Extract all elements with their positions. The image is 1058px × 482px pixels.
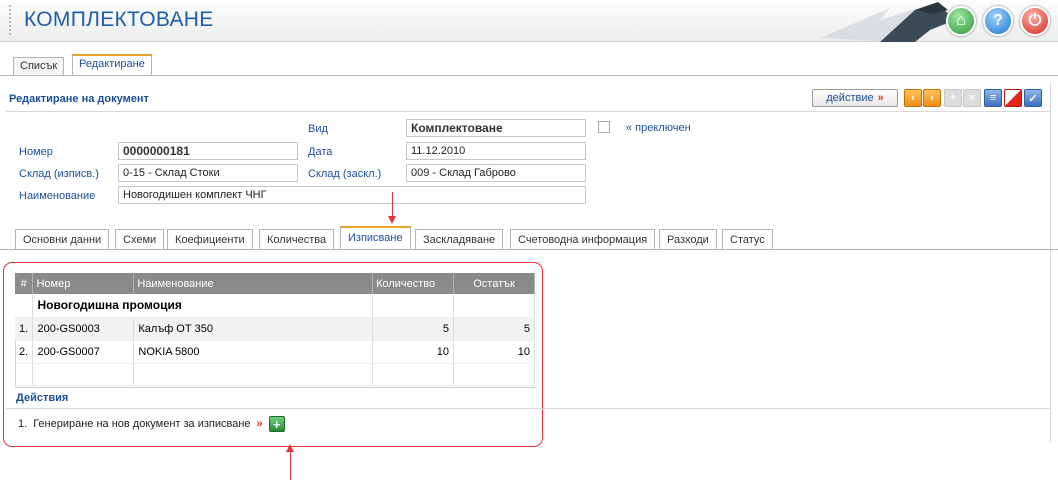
add-icon[interactable]: + xyxy=(944,89,962,107)
number-label: Номер xyxy=(19,146,53,158)
tab-status[interactable]: Статус xyxy=(722,229,773,250)
name-field[interactable]: Новогодишен комплект ЧНГ xyxy=(118,186,586,204)
generate-document-button[interactable]: + xyxy=(268,416,285,432)
panel-right-border xyxy=(1050,82,1051,442)
table-row[interactable]: 2. 200-GS0007 NOKIA 5800 10 10 xyxy=(15,340,535,364)
tab-schemes[interactable]: Схеми xyxy=(115,229,165,250)
row-rest: 10 xyxy=(453,340,535,364)
row-rest: 5 xyxy=(453,317,535,341)
subtabs-divider xyxy=(0,249,1058,250)
table-group-row: Новогодишна промоция xyxy=(15,294,535,318)
row-number: 200-GS0003 xyxy=(32,317,135,341)
date-field[interactable]: 11.12.2010 xyxy=(406,142,586,160)
page-title: КОМПЛЕКТОВАНЕ xyxy=(24,8,214,31)
tab-main-data[interactable]: Основни данни xyxy=(15,229,110,250)
highlight-arrow-up xyxy=(286,444,294,480)
name-label: Наименование xyxy=(19,190,96,202)
col-rest[interactable]: Остатък xyxy=(453,273,535,294)
list-icon[interactable]: ≡ xyxy=(984,89,1002,107)
delete-icon[interactable]: × xyxy=(963,89,981,107)
tab-coefficients[interactable]: Коефициенти xyxy=(167,229,253,250)
action-button[interactable]: действие » xyxy=(812,89,898,107)
tab-quantities[interactable]: Количества xyxy=(259,229,335,250)
tab-edit[interactable]: Редактиране xyxy=(72,54,152,76)
action-index: 1. xyxy=(18,418,28,430)
type-field[interactable]: Комплектоване xyxy=(406,119,586,137)
col-index[interactable]: # xyxy=(15,273,34,294)
switched-label: « преключен xyxy=(626,122,691,134)
warehouse-in-field[interactable]: 009 - Склад Габрово xyxy=(406,164,586,182)
actions-divider xyxy=(6,408,1050,409)
confirm-icon[interactable]: ✓ xyxy=(1024,89,1042,107)
app-header: КОМПЛЕКТОВАНЕ ⌂ ? ⏻ xyxy=(0,0,1058,42)
items-table: # Номер Наименование Количество Остатък … xyxy=(15,273,535,386)
table-header: # Номер Наименование Количество Остатък xyxy=(15,273,535,294)
action-button-label: действие xyxy=(826,92,874,104)
tab-expenses[interactable]: Разходи xyxy=(659,229,717,250)
col-number[interactable]: Номер xyxy=(32,273,135,294)
row-name: NOKIA 5800 xyxy=(133,340,374,364)
header-grip xyxy=(9,5,11,35)
row-number: 200-GS0007 xyxy=(32,340,135,364)
col-name[interactable]: Наименование xyxy=(133,273,374,294)
next-icon[interactable]: › xyxy=(923,89,941,107)
home-icon[interactable]: ⌂ xyxy=(946,6,976,36)
help-icon[interactable]: ? xyxy=(983,6,1013,36)
table-row[interactable]: 1. 200-GS0003 Калъф ОТ 350 5 5 xyxy=(15,317,535,341)
prev-icon[interactable]: ‹ xyxy=(904,89,922,107)
row-name: Калъф ОТ 350 xyxy=(133,317,374,341)
action-item: 1. Генериране на нов документ за изписва… xyxy=(18,416,285,432)
warehouse-out-field[interactable]: 0-15 - Склад Стоки xyxy=(118,164,298,182)
action-arrow-icon: » xyxy=(256,418,263,430)
panel-title: Редактиране на документ xyxy=(9,93,149,105)
bird-logo xyxy=(820,2,955,42)
date-label: Дата xyxy=(308,146,333,158)
actions-title: Действия xyxy=(16,392,69,404)
row-index: 1. xyxy=(15,317,34,341)
table-empty-row xyxy=(15,363,535,386)
row-index: 2. xyxy=(15,340,34,364)
type-label: Вид xyxy=(308,123,328,135)
highlight-arrow-down xyxy=(388,192,396,224)
action-label[interactable]: Генериране на нов документ за изписване xyxy=(33,418,250,430)
row-quantity: 5 xyxy=(372,317,455,341)
tab-writeoff[interactable]: Изписване xyxy=(340,226,411,250)
cancel-icon[interactable] xyxy=(1004,89,1022,107)
tab-storage[interactable]: Заскладяване xyxy=(415,229,504,250)
warehouse-in-label: Склад (заскл.) xyxy=(308,168,382,180)
tabs-divider xyxy=(0,75,1058,76)
group-name: Новогодишна промоция xyxy=(32,294,374,318)
col-quantity[interactable]: Количество xyxy=(372,273,455,294)
action-arrow-icon: » xyxy=(877,92,884,104)
switched-checkbox[interactable] xyxy=(598,121,610,133)
tab-list[interactable]: Списък xyxy=(13,57,65,75)
warehouse-out-label: Склад (изписв.) xyxy=(19,168,99,180)
row-quantity: 10 xyxy=(372,340,455,364)
tab-accounting[interactable]: Счетоводна информация xyxy=(510,229,656,250)
number-field[interactable]: 0000000181 xyxy=(118,142,298,160)
power-icon[interactable]: ⏻ xyxy=(1020,6,1050,36)
